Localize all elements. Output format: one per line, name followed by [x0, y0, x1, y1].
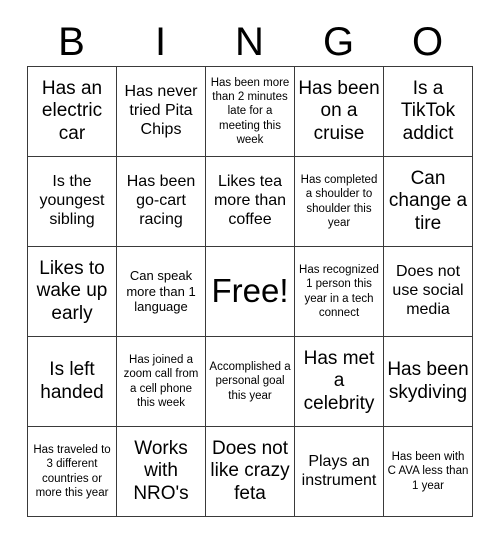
- bingo-cell-label: Has been go-cart racing: [126, 173, 196, 228]
- bingo-cell-label: Does not like crazy feta: [210, 438, 290, 504]
- bingo-cell-label: Has never tried Pita Chips: [124, 83, 198, 138]
- bingo-cell[interactable]: Works with NRO's: [116, 426, 206, 517]
- bingo-row: Is the youngest sibling Has been go-cart…: [27, 156, 473, 247]
- bingo-cell-label: Accomplished a personal goal this year: [209, 361, 291, 402]
- bingo-cell[interactable]: Has an electric car: [27, 66, 117, 157]
- bingo-cell[interactable]: Has traveled to 3 different countries or…: [27, 426, 117, 517]
- bingo-cell[interactable]: Has been with C AVA less than 1 year: [383, 426, 473, 517]
- bingo-cell-label: Has recognized 1 person this year in a t…: [299, 264, 379, 319]
- bingo-free-label: Free!: [211, 272, 289, 310]
- bingo-row: Has traveled to 3 different countries or…: [27, 426, 473, 517]
- bingo-cell-label: Does not use social media: [392, 263, 464, 318]
- bingo-cell[interactable]: Likes tea more than coffee: [205, 156, 295, 247]
- bingo-cell-label: Has completed a shoulder to shoulder thi…: [300, 174, 378, 229]
- bingo-cell-label: Has been more than 2 minutes late for a …: [210, 77, 290, 146]
- bingo-cell-label: Has met a celebrity: [303, 348, 375, 414]
- bingo-header-letter-o: O: [411, 20, 444, 64]
- bingo-cell-label: Is the youngest sibling: [39, 173, 105, 228]
- bingo-cell[interactable]: Has completed a shoulder to shoulder thi…: [294, 156, 384, 247]
- bingo-cell[interactable]: Has joined a zoom call from a cell phone…: [116, 336, 206, 427]
- bingo-cell[interactable]: Does not like crazy feta: [205, 426, 295, 517]
- bingo-cell-label: Has joined a zoom call from a cell phone…: [123, 354, 199, 409]
- bingo-cell[interactable]: Has been skydiving: [383, 336, 473, 427]
- bingo-header-letter-b: B: [58, 20, 85, 64]
- bingo-header-letter-n: N: [235, 20, 264, 64]
- bingo-cell[interactable]: Is the youngest sibling: [27, 156, 117, 247]
- bingo-cell[interactable]: Has met a celebrity: [294, 336, 384, 427]
- bingo-cell-label: Has an electric car: [41, 78, 103, 144]
- bingo-cell[interactable]: Plays an instrument: [294, 426, 384, 517]
- bingo-cell[interactable]: Has been more than 2 minutes late for a …: [205, 66, 295, 157]
- bingo-cell-label: Has been on a cruise: [298, 78, 380, 144]
- bingo-row: Has an electric car Has never tried Pita…: [27, 66, 473, 157]
- bingo-cell-label: Likes to wake up early: [36, 258, 108, 324]
- bingo-cell-label: Has traveled to 3 different countries or…: [33, 444, 111, 499]
- bingo-card: B I N G O Has an electric car Has never …: [0, 0, 500, 544]
- bingo-cell[interactable]: Has been on a cruise: [294, 66, 384, 157]
- bingo-cell[interactable]: Is a TikTok addict: [383, 66, 473, 157]
- bingo-cell-label: Works with NRO's: [133, 438, 189, 504]
- bingo-cell[interactable]: Does not use social media: [383, 246, 473, 337]
- bingo-cell-free[interactable]: Free!: [205, 246, 295, 337]
- bingo-cell-label: Is a TikTok addict: [400, 78, 456, 144]
- bingo-grid: Has an electric car Has never tried Pita…: [27, 66, 473, 517]
- bingo-cell[interactable]: Can change a tire: [383, 156, 473, 247]
- bingo-cell[interactable]: Is left handed: [27, 336, 117, 427]
- bingo-cell[interactable]: Accomplished a personal goal this year: [205, 336, 295, 427]
- bingo-header-letter-g: G: [322, 20, 355, 64]
- bingo-cell[interactable]: Has recognized 1 person this year in a t…: [294, 246, 384, 337]
- bingo-row: Is left handed Has joined a zoom call fr…: [27, 336, 473, 427]
- bingo-row: Likes to wake up early Can speak more th…: [27, 246, 473, 337]
- bingo-cell-label: Can change a tire: [388, 168, 468, 234]
- bingo-cell-label: Is left handed: [40, 359, 104, 403]
- bingo-cell[interactable]: Can speak more than 1 language: [116, 246, 206, 337]
- bingo-cell-label: Plays an instrument: [301, 452, 377, 489]
- bingo-cell-label: Has been skydiving: [387, 359, 469, 403]
- bingo-cell[interactable]: Has been go-cart racing: [116, 156, 206, 247]
- bingo-header: B I N G O: [27, 18, 472, 66]
- bingo-cell[interactable]: Likes to wake up early: [27, 246, 117, 337]
- bingo-cell[interactable]: Has never tried Pita Chips: [116, 66, 206, 157]
- bingo-header-letter-i: I: [154, 20, 167, 64]
- bingo-cell-label: Can speak more than 1 language: [126, 268, 196, 315]
- bingo-cell-label: Likes tea more than coffee: [213, 173, 287, 228]
- bingo-cell-label: Has been with C AVA less than 1 year: [387, 451, 469, 492]
